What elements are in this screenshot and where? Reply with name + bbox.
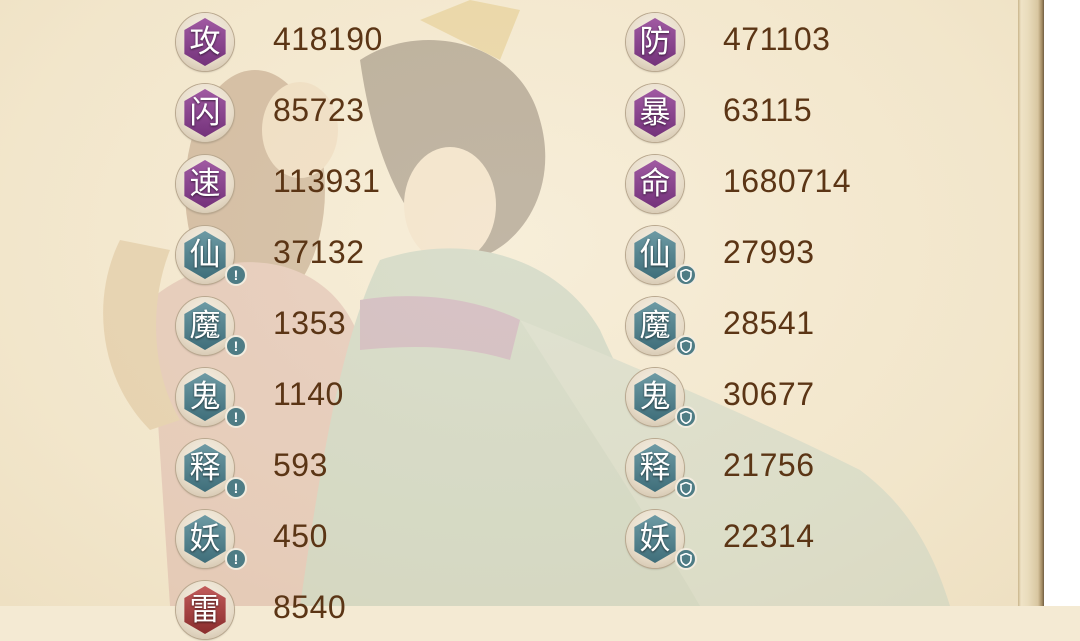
stat-icon-label: 闪	[184, 89, 226, 137]
stat-icon-label: 暴	[634, 89, 676, 137]
stat-value: 37132	[273, 234, 365, 270]
stat-value: 113931	[273, 163, 381, 199]
stat-icon-label: 鬼	[634, 373, 676, 421]
stat-value: 30677	[723, 376, 815, 412]
stat-value: 63115	[723, 92, 813, 128]
stat-value: 418190	[273, 21, 383, 57]
shield-icon	[675, 548, 697, 570]
stat-icon-label: 攻	[184, 18, 226, 66]
attack-mark-icon: !	[225, 264, 247, 286]
stat-value: 8540	[273, 589, 347, 625]
stat-icon-label: 魔	[184, 302, 226, 350]
stat-icon-label: 速	[184, 160, 226, 208]
stat-icon-label: 鬼	[184, 373, 226, 421]
shield-icon	[675, 335, 697, 357]
stat-icon-label: 雷	[184, 586, 226, 634]
stat-value: 593	[273, 447, 328, 483]
stat-value: 21756	[723, 447, 815, 483]
attack-mark-icon: !	[225, 406, 247, 428]
stat-icon: 防	[626, 13, 684, 71]
stat-icon-label: 仙	[634, 231, 676, 279]
stat-icon-label: 命	[634, 160, 676, 208]
stat-icon: 雷	[176, 581, 234, 639]
stat-icon: 命	[626, 155, 684, 213]
stat-icon: 暴	[626, 84, 684, 142]
attack-mark-icon: !	[225, 477, 247, 499]
stat-icon: 闪	[176, 84, 234, 142]
stat-icon: 速	[176, 155, 234, 213]
stat-value: 450	[273, 518, 328, 554]
stat-icon: 攻	[176, 13, 234, 71]
shield-icon	[675, 264, 697, 286]
stat-value: 85723	[273, 92, 365, 128]
stat-icon-label: 魔	[634, 302, 676, 350]
stat-value: 471103	[723, 21, 831, 57]
stat-icon-label: 妖	[634, 515, 676, 563]
stat-value: 1353	[273, 305, 347, 341]
stats-panel	[0, 0, 1018, 606]
stat-value: 1680714	[723, 163, 852, 199]
stat-icon-label: 释	[184, 444, 226, 492]
stat-value: 27993	[723, 234, 815, 270]
stat-icon-label: 妖	[184, 515, 226, 563]
shield-icon	[675, 406, 697, 428]
stat-icon-label: 防	[634, 18, 676, 66]
stat-value: 28541	[723, 305, 815, 341]
attack-mark-icon: !	[225, 548, 247, 570]
character-illustration	[103, 0, 950, 606]
outer-background	[1044, 0, 1080, 606]
attack-mark-icon: !	[225, 335, 247, 357]
stat-value: 22314	[723, 518, 815, 554]
stat-icon-label: 释	[634, 444, 676, 492]
stat-value: 1140	[273, 376, 344, 412]
stat-icon-label: 仙	[184, 231, 226, 279]
shield-icon	[675, 477, 697, 499]
panel-frame-border	[1018, 0, 1044, 606]
